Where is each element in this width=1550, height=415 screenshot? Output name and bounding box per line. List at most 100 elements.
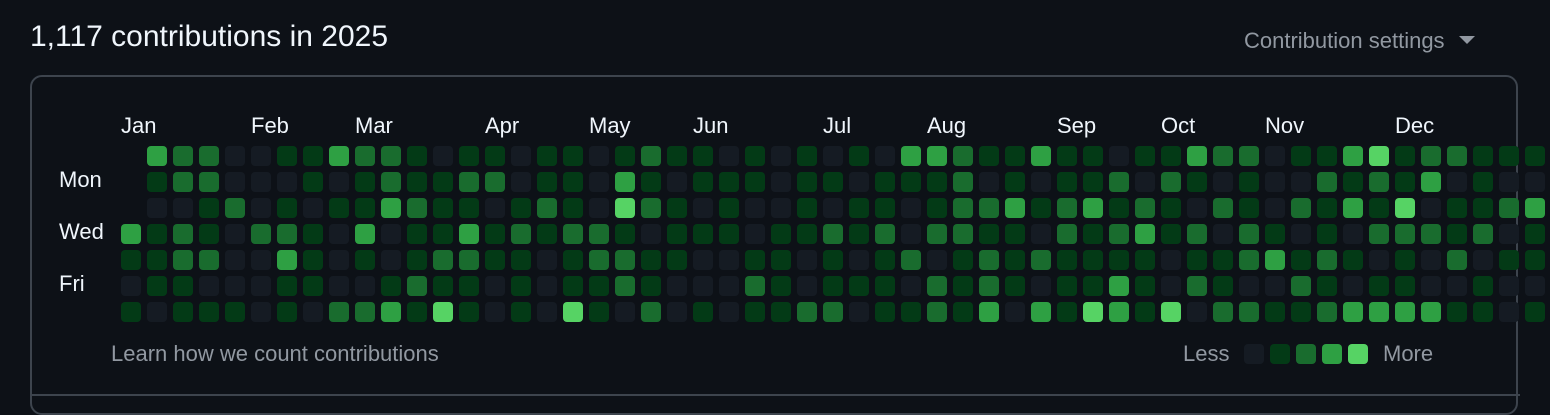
contribution-day-cell[interactable] [1447, 302, 1467, 322]
contribution-day-cell[interactable] [537, 224, 557, 244]
contribution-day-cell[interactable] [277, 302, 297, 322]
contribution-day-cell[interactable] [1395, 276, 1415, 296]
contribution-day-cell[interactable] [1499, 276, 1519, 296]
contribution-day-cell[interactable] [121, 224, 141, 244]
contribution-day-cell[interactable] [433, 146, 453, 166]
contribution-day-cell[interactable] [1083, 198, 1103, 218]
contribution-day-cell[interactable] [719, 302, 739, 322]
contribution-day-cell[interactable] [173, 302, 193, 322]
contribution-day-cell[interactable] [615, 224, 635, 244]
contribution-day-cell[interactable] [1369, 224, 1389, 244]
contribution-day-cell[interactable] [667, 302, 687, 322]
contribution-day-cell[interactable] [225, 276, 245, 296]
contribution-day-cell[interactable] [797, 198, 817, 218]
contribution-day-cell[interactable] [1031, 224, 1051, 244]
contribution-day-cell[interactable] [771, 250, 791, 270]
contribution-day-cell[interactable] [849, 172, 869, 192]
contribution-day-cell[interactable] [823, 276, 843, 296]
contribution-day-cell[interactable] [1369, 146, 1389, 166]
contribution-day-cell[interactable] [719, 198, 739, 218]
contribution-day-cell[interactable] [1291, 302, 1311, 322]
contribution-day-cell[interactable] [1005, 224, 1025, 244]
contribution-day-cell[interactable] [1525, 224, 1545, 244]
contribution-day-cell[interactable] [485, 276, 505, 296]
contribution-day-cell[interactable] [641, 146, 661, 166]
contribution-day-cell[interactable] [251, 198, 271, 218]
contribution-day-cell[interactable] [1187, 172, 1207, 192]
contribution-day-cell[interactable] [979, 302, 999, 322]
contribution-day-cell[interactable] [1265, 224, 1285, 244]
contribution-day-cell[interactable] [953, 276, 973, 296]
contribution-day-cell[interactable] [511, 172, 531, 192]
contribution-day-cell[interactable] [1057, 198, 1077, 218]
contribution-day-cell[interactable] [277, 172, 297, 192]
contribution-day-cell[interactable] [329, 172, 349, 192]
contribution-day-cell[interactable] [1213, 224, 1233, 244]
contribution-day-cell[interactable] [1239, 198, 1259, 218]
contribution-day-cell[interactable] [173, 276, 193, 296]
contribution-day-cell[interactable] [823, 198, 843, 218]
contribution-day-cell[interactable] [1525, 172, 1545, 192]
contribution-day-cell[interactable] [1369, 172, 1389, 192]
contribution-day-cell[interactable] [1161, 276, 1181, 296]
contribution-day-cell[interactable] [251, 302, 271, 322]
contribution-day-cell[interactable] [823, 302, 843, 322]
contribution-day-cell[interactable] [485, 146, 505, 166]
contribution-day-cell[interactable] [1161, 224, 1181, 244]
contribution-day-cell[interactable] [355, 146, 375, 166]
contribution-day-cell[interactable] [589, 146, 609, 166]
contribution-day-cell[interactable] [329, 250, 349, 270]
contribution-day-cell[interactable] [1499, 250, 1519, 270]
contribution-day-cell[interactable] [1187, 198, 1207, 218]
contribution-day-cell[interactable] [901, 198, 921, 218]
contribution-day-cell[interactable] [1343, 276, 1363, 296]
contribution-day-cell[interactable] [719, 172, 739, 192]
contribution-day-cell[interactable] [1473, 146, 1493, 166]
contribution-day-cell[interactable] [771, 276, 791, 296]
contribution-day-cell[interactable] [1265, 250, 1285, 270]
contribution-day-cell[interactable] [1187, 250, 1207, 270]
contribution-day-cell[interactable] [901, 302, 921, 322]
contribution-day-cell[interactable] [1057, 276, 1077, 296]
contribution-day-cell[interactable] [1291, 250, 1311, 270]
contribution-day-cell[interactable] [1343, 172, 1363, 192]
contribution-day-cell[interactable] [199, 172, 219, 192]
contribution-day-cell[interactable] [745, 224, 765, 244]
contribution-day-cell[interactable] [719, 146, 739, 166]
contribution-day-cell[interactable] [147, 146, 167, 166]
contribution-day-cell[interactable] [1083, 302, 1103, 322]
contribution-day-cell[interactable] [1239, 146, 1259, 166]
contribution-day-cell[interactable] [771, 146, 791, 166]
contribution-day-cell[interactable] [563, 146, 583, 166]
contribution-day-cell[interactable] [615, 172, 635, 192]
contribution-day-cell[interactable] [1109, 250, 1129, 270]
contribution-day-cell[interactable] [1031, 250, 1051, 270]
contribution-day-cell[interactable] [1213, 146, 1233, 166]
contribution-day-cell[interactable] [1395, 250, 1415, 270]
contribution-day-cell[interactable] [225, 172, 245, 192]
contribution-day-cell[interactable] [927, 146, 947, 166]
contribution-day-cell[interactable] [797, 302, 817, 322]
contribution-day-cell[interactable] [979, 146, 999, 166]
contribution-day-cell[interactable] [121, 276, 141, 296]
contribution-day-cell[interactable] [199, 146, 219, 166]
contribution-day-cell[interactable] [1187, 302, 1207, 322]
contribution-day-cell[interactable] [173, 198, 193, 218]
contribution-day-cell[interactable] [1473, 172, 1493, 192]
contribution-day-cell[interactable] [667, 224, 687, 244]
contribution-day-cell[interactable] [1135, 146, 1155, 166]
contribution-day-cell[interactable] [771, 198, 791, 218]
contribution-day-cell[interactable] [1187, 146, 1207, 166]
contribution-day-cell[interactable] [433, 250, 453, 270]
contribution-day-cell[interactable] [355, 250, 375, 270]
contribution-day-cell[interactable] [1161, 146, 1181, 166]
contribution-day-cell[interactable] [1291, 198, 1311, 218]
contribution-day-cell[interactable] [173, 224, 193, 244]
contribution-day-cell[interactable] [771, 302, 791, 322]
contribution-day-cell[interactable] [1395, 146, 1415, 166]
contribution-day-cell[interactable] [615, 198, 635, 218]
contribution-day-cell[interactable] [1343, 224, 1363, 244]
contribution-day-cell[interactable] [407, 250, 427, 270]
contribution-day-cell[interactable] [953, 172, 973, 192]
contribution-day-cell[interactable] [303, 250, 323, 270]
